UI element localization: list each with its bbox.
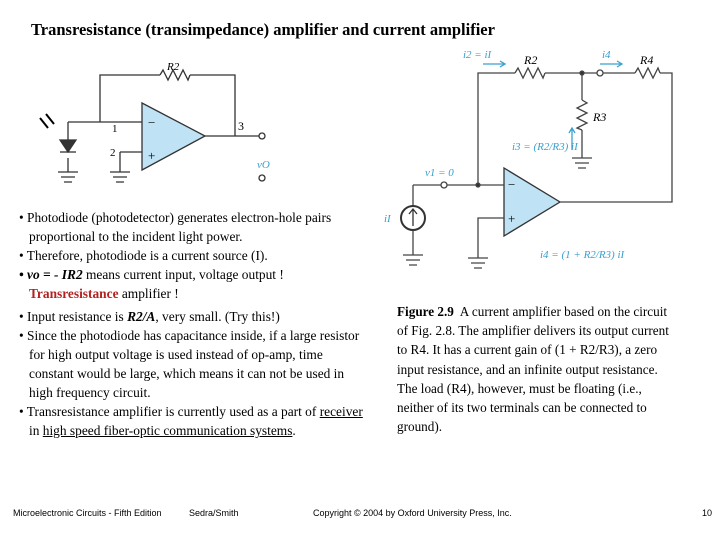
current-amplifier-circuit (400, 60, 673, 269)
receiver-term: receiver (319, 404, 363, 419)
ii-label: iI (384, 213, 392, 225)
r3-label: R3 (592, 110, 606, 124)
page-number: 10 (702, 508, 713, 518)
bullet-1: • Photodiode (photodetector) generates e… (19, 210, 332, 244)
slide: Transresistance (transimpedance) amplifi… (0, 0, 720, 540)
i4-equation: i4 = (1 + R2/R3) iI (540, 249, 626, 261)
transresistance-highlight: Transresistance (29, 286, 119, 301)
figure-label: Figure 2.9 (397, 304, 454, 319)
bullet-3: • vo = - IR2 means current input, voltag… (19, 265, 364, 303)
bullet-6-in: in (29, 423, 43, 438)
i4-label: i4 (602, 49, 611, 61)
pin-3-label: 3 (238, 119, 244, 133)
v1-label: v1 = 0 (425, 167, 454, 179)
r4-label: R4 (639, 53, 653, 67)
left-r2-label: R2 (166, 61, 180, 73)
input-resistance-expr: R2/A (127, 309, 156, 324)
i3-label: i3 = (R2/R3) iI (512, 141, 579, 153)
bullet-4-end: , very small. (Try this!) (155, 309, 280, 324)
vo-equation: • vo = - IR2 (19, 267, 83, 282)
bullet-2: • Therefore, photodiode is a current sou… (19, 248, 268, 263)
bullet-3-text: means current input, voltage output ! (82, 267, 284, 282)
plus-label: + (148, 148, 155, 163)
right-r2-resistor (514, 66, 546, 80)
footer-book: Microelectronic Circuits - Fifth Edition (13, 508, 162, 518)
pin-1-label: 1 (112, 123, 118, 135)
right-plus-label: + (508, 211, 515, 226)
r4-resistor (634, 66, 661, 80)
right-r2-label: R2 (523, 53, 537, 67)
footer-copyright: Copyright © 2004 by Oxford University Pr… (313, 508, 512, 518)
bullet-5: • Since the photodiode has capacitance i… (19, 328, 360, 400)
bullet-6-text: • Transresistance amplifier is currently… (19, 404, 320, 419)
light-arrows-icon (39, 113, 55, 129)
photodiode (58, 139, 78, 154)
figure-caption: Figure 2.9 A current amplifier based on … (397, 302, 672, 436)
footer-authors: Sedra/Smith (189, 508, 239, 518)
fiber-optic-term: high speed fiber-optic communication sys… (42, 423, 293, 438)
right-minus-label: − (508, 177, 515, 192)
minus-label: − (148, 115, 155, 130)
r3-resistor (575, 99, 589, 131)
bullet-4: • Input resistance is R2/A, very small. … (19, 307, 364, 326)
i2-label: i2 = iI (463, 49, 493, 61)
bullet-list: • Photodiode (photodetector) generates e… (19, 208, 364, 440)
bullet-4-text: • Input resistance is (19, 309, 128, 324)
bullet-6: • Transresistance amplifier is currently… (19, 402, 364, 440)
bullet-3-end: amplifier ! (118, 286, 179, 301)
pin-2-label: 2 (110, 147, 116, 159)
bullet-6-end: . (292, 423, 296, 438)
vo-label: vO (257, 159, 270, 171)
caption-text: A current amplifier based on the circuit… (397, 304, 669, 435)
